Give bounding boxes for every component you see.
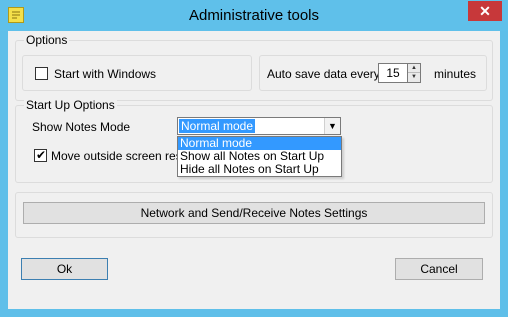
startup-options-group: Start Up Options Show Notes Mode Normal …	[15, 98, 493, 183]
spinner-up-icon[interactable]: ▲	[408, 64, 420, 73]
dropdown-option[interactable]: Hide all Notes on Start Up	[178, 163, 341, 176]
chevron-down-icon[interactable]: ▼	[324, 118, 340, 134]
check-icon: ✔	[36, 148, 47, 162]
options-group: Options Start with Windows Auto save dat…	[15, 33, 493, 101]
minutes-label: minutes	[434, 67, 477, 81]
dialog-body: Options Start with Windows Auto save dat…	[8, 31, 500, 309]
start-with-windows-box: Start with Windows	[22, 55, 252, 91]
move-outside-checkbox[interactable]: ✔	[34, 148, 47, 162]
start-with-windows-checkbox[interactable]	[35, 67, 48, 80]
show-notes-mode-label: Show Notes Mode	[32, 120, 131, 134]
network-settings-button[interactable]: Network and Send/Receive Notes Settings	[23, 202, 485, 224]
move-outside-label: Move outside screen resolu	[51, 149, 198, 163]
window-title: Administrative tools	[188, 7, 320, 24]
start-with-windows-label: Start with Windows	[54, 67, 157, 81]
show-notes-mode-value: Normal mode	[179, 119, 256, 133]
network-group: Network and Send/Receive Notes Settings	[15, 192, 493, 238]
spinner-down-icon[interactable]: ▼	[408, 73, 420, 82]
close-button[interactable]: ✕	[468, 1, 502, 21]
auto-save-spinner[interactable]: ▲ ▼	[408, 63, 421, 83]
title-bar: Administrative tools ✕	[0, 0, 508, 31]
startup-options-legend: Start Up Options	[24, 98, 117, 112]
auto-save-minutes-input[interactable]: 15	[378, 63, 408, 83]
auto-save-box: Auto save data every 15 ▲ ▼ minutes	[259, 55, 487, 91]
show-notes-mode-dropdown: Normal mode Show all Notes on Start Up H…	[177, 136, 342, 177]
show-notes-mode-select[interactable]: Normal mode ▼	[177, 117, 341, 135]
cancel-button[interactable]: Cancel	[395, 258, 483, 280]
options-legend: Options	[24, 33, 70, 47]
ok-button[interactable]: Ok	[21, 258, 108, 280]
auto-save-label: Auto save data every	[267, 67, 380, 81]
